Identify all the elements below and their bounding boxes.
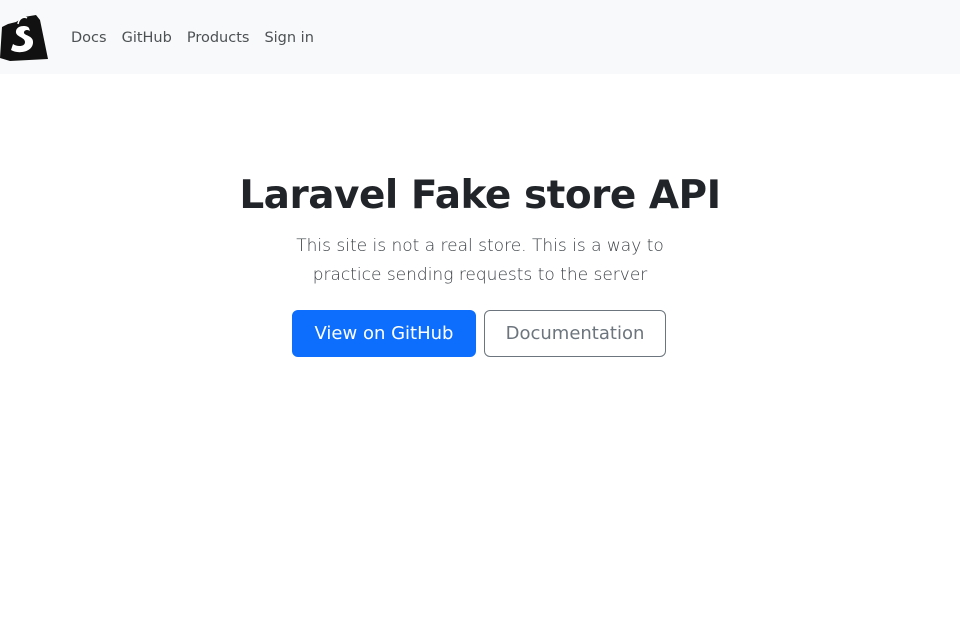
nav-links: Docs GitHub Products Sign in xyxy=(71,29,329,47)
nav-link-products[interactable]: Products xyxy=(187,29,250,47)
nav-link-github[interactable]: GitHub xyxy=(122,29,172,47)
nav-link-docs[interactable]: Docs xyxy=(71,29,107,47)
page-title: Laravel Fake store API xyxy=(239,173,721,218)
nav-link-sign-in[interactable]: Sign in xyxy=(264,29,313,47)
hero-lead-text: This site is not a real store. This is a… xyxy=(296,236,664,285)
brand-logo[interactable] xyxy=(0,14,48,61)
navbar: Docs GitHub Products Sign in xyxy=(0,0,960,74)
shopping-bag-s-logo-icon xyxy=(0,15,48,61)
view-on-github-button[interactable]: View on GitHub xyxy=(292,310,476,357)
documentation-button[interactable]: Documentation xyxy=(484,310,666,357)
hero-buttons: View on GitHub Documentation xyxy=(292,310,666,357)
hero-section: Laravel Fake store API This site is not … xyxy=(0,170,960,290)
